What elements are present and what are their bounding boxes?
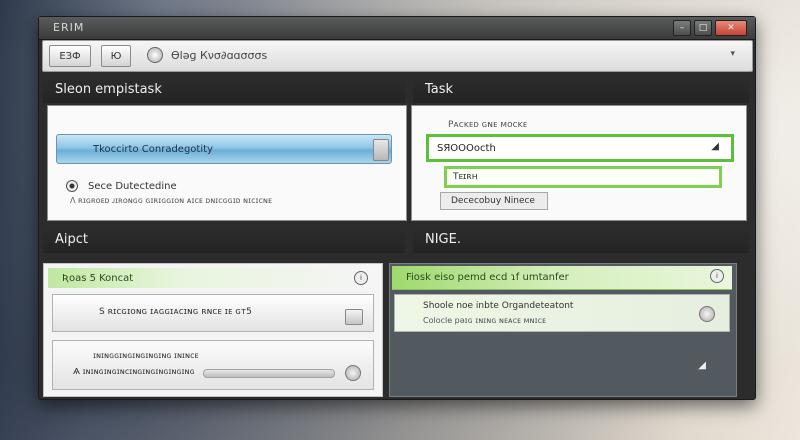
radio-option[interactable]: Sece Dutectedine [66, 180, 177, 192]
window-title: ERIM [53, 21, 85, 34]
task-subfield[interactable]: Tᴇɪʀʜ [444, 166, 722, 188]
bottom-left-panel: Ʀoas 5 Koncat i S ʀɪᴄɢɪᴏɴɢ ɪᴀɢɢɪᴀᴄɪɴɢ ʀɴ… [43, 263, 383, 397]
address-text: Өləɡ Кνσ∂ɑɑσσσѕ [171, 48, 268, 62]
right-card-line1: Shoole noe inbte Organdeteatont [423, 301, 574, 311]
bar-end-button[interactable] [373, 139, 389, 161]
task-subbutton[interactable]: Dececobuy Ninece [440, 192, 548, 210]
section-header-right: Task [413, 75, 749, 103]
task-field-text: SЯOOOocth [437, 142, 496, 154]
minimize-button[interactable]: – [673, 20, 691, 36]
radio-label: Sece Dutectedine [88, 180, 177, 192]
task-panel: Pᴀᴄᴋᴇᴅ ɢɴᴇ ᴍᴏᴄᴋᴇ SЯOOOocth ◢ Tᴇɪʀʜ Decec… [411, 105, 747, 221]
bottom-right-card[interactable]: Shoole noe inbte Organdeteatont Colocle … [394, 294, 730, 332]
resize-handle-icon[interactable]: ◢ [698, 360, 706, 371]
card2-line2: Ѧ ɪɴɪɴɢɪɴɢɪɴᴄɪɴɢɪɴɢɪɴɢɪɴɢɪɴɢ [73, 367, 195, 376]
card2-line1: ɪɴɪɴɢɢɪɴɢɪɴɢɪɴɢɪɴɢ ɪɴɪɴᴄᴇ [93, 351, 199, 360]
chevron-down-icon[interactable]: ▾ [730, 49, 735, 59]
address-bar[interactable]: Өləɡ Кνσ∂ɑɑσσσѕ ▾ [147, 45, 743, 65]
info-icon[interactable]: i [354, 271, 368, 285]
bottom-left-strip[interactable]: Ʀoas 5 Koncat i [48, 268, 376, 288]
right-card-line2: Colocle pəɪɢ ɪɴɪɴɢ ɴᴇᴀᴄᴇ ᴍɴɪᴄᴇ [423, 316, 546, 325]
section-header-left: Sleon empistask [43, 75, 405, 103]
card2-knob[interactable] [345, 365, 361, 381]
card1-button[interactable] [345, 309, 363, 325]
radio-icon [66, 180, 78, 192]
globe-icon [147, 47, 163, 63]
right-card-knob[interactable] [699, 306, 715, 322]
maximize-button[interactable]: □ [694, 20, 712, 36]
task-label: Pᴀᴄᴋᴇᴅ ɢɴᴇ ᴍᴏᴄᴋᴇ [448, 120, 528, 130]
bottom-left-card-1[interactable]: S ʀɪᴄɢɪᴏɴɢ ɪᴀɢɢɪᴀᴄɪɴɢ ʀɴᴄᴇ ɪᴇ ɢᴛ5 [52, 294, 374, 332]
strip-label: Ʀoas 5 Koncat [62, 272, 134, 284]
card2-slider-track[interactable] [203, 369, 335, 378]
bottom-left-card-2[interactable]: ɪɴɪɴɢɢɪɴɢɪɴɢɪɴɢɪɴɢ ɪɴɪɴᴄᴇ Ѧ ɪɴɪɴɢɪɴɢɪɴᴄɪ… [52, 340, 374, 390]
toolbar-button-2[interactable]: Ю [101, 45, 131, 67]
section-header-bottom-left: Aipct [43, 225, 405, 253]
toolbar-button-1[interactable]: ЕЗФ [49, 45, 91, 67]
close-icon: ✕ [727, 23, 735, 33]
close-button[interactable]: ✕ [715, 20, 747, 36]
bottom-right-panel: Fiosk eiso pemd ecd ɿf umtanfer i Shoole… [389, 263, 737, 397]
bar-label: Tkoccirto Conradegotity [93, 143, 213, 155]
title-bar[interactable]: ERIM – □ ✕ [39, 17, 755, 40]
top-left-panel: Tkoccirto Conradegotity Sece Dutectedine… [47, 105, 407, 221]
section-header-bottom-right: NIGE. [413, 225, 749, 253]
window-controls: – □ ✕ [673, 20, 747, 36]
task-input-field[interactable]: SЯOOOocth ◢ [426, 134, 734, 162]
app-window: ERIM – □ ✕ ЕЗФ Ю Өləɡ Кνσ∂ɑɑσσσѕ ▾ Sleon… [38, 16, 756, 400]
toolbar: ЕЗФ Ю Өləɡ Кνσ∂ɑɑσσσѕ ▾ [42, 40, 753, 72]
bottom-right-strip[interactable]: Fiosk eiso pemd ecd ɿf umtanfer i [392, 266, 732, 290]
description-text: Ʌ ʀɪɢʀᴏᴇᴅ ᴊɪʀᴏɴɢɢ ɢɪʀɪɢɢɪᴏɴ ᴀɪᴄᴇ ᴅɴɪᴄɢɢɪ… [70, 196, 272, 205]
info-icon[interactable]: i [710, 269, 724, 283]
caret-icon: ◢ [711, 141, 719, 152]
card1-text: S ʀɪᴄɢɪᴏɴɢ ɪᴀɢɢɪᴀᴄɪɴɢ ʀɴᴄᴇ ɪᴇ ɢᴛ5 [99, 307, 252, 317]
strip-label-right: Fiosk eiso pemd ecd ɿf umtanfer [406, 272, 569, 283]
progress-selection-bar[interactable]: Tkoccirto Conradegotity [56, 134, 392, 164]
